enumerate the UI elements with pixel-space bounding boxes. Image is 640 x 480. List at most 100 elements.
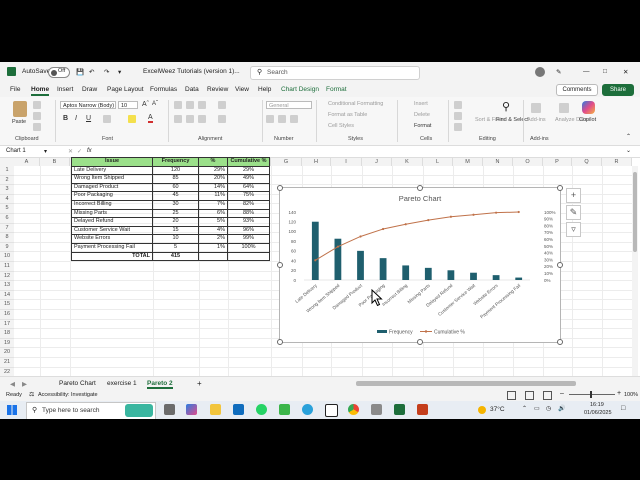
resize-handle-w[interactable] xyxy=(277,262,283,268)
table-cell[interactable]: 5 xyxy=(152,242,199,253)
telegram-icon[interactable] xyxy=(302,404,313,415)
table-cell[interactable]: Late Delivery xyxy=(71,165,153,176)
pen-icon[interactable]: ✎ xyxy=(556,68,561,76)
tray-chevron-icon[interactable]: ⌃ xyxy=(522,405,527,412)
cumulative-line[interactable] xyxy=(315,211,519,261)
tab-chart-design[interactable]: Chart Design xyxy=(281,86,319,93)
accessibility-status[interactable]: Accessibility: Investigate xyxy=(38,392,98,398)
confirm-entry-icon[interactable]: ✓ xyxy=(77,148,82,155)
table-cell[interactable] xyxy=(198,251,228,262)
next-sheet-icon[interactable]: ▶ xyxy=(22,380,27,388)
file-explorer-icon[interactable] xyxy=(210,404,221,415)
table-cell[interactable]: 7% xyxy=(198,199,228,210)
collapse-ribbon-icon[interactable]: ⌃ xyxy=(626,133,631,140)
column-header[interactable]: Q xyxy=(572,158,602,166)
tab-review[interactable]: Review xyxy=(207,86,228,93)
table-cell[interactable]: 120 xyxy=(152,165,199,176)
total-label[interactable]: TOTAL xyxy=(71,251,153,262)
row-header[interactable]: 4 xyxy=(0,194,14,205)
table-cell[interactable]: 49% xyxy=(227,174,270,184)
table-cell[interactable]: 88% xyxy=(227,208,270,219)
chart-elements-button[interactable]: + xyxy=(566,188,581,203)
currency-icon[interactable] xyxy=(266,115,274,123)
column-header[interactable]: A xyxy=(14,158,40,166)
underline-icon[interactable]: U xyxy=(86,115,91,122)
comma-icon[interactable] xyxy=(290,115,298,123)
bar-10[interactable] xyxy=(515,277,523,280)
row-header[interactable]: 13 xyxy=(0,281,14,291)
paste-label[interactable]: Paste xyxy=(12,119,26,125)
tab-data[interactable]: Data xyxy=(185,86,199,93)
row-header[interactable]: 7 xyxy=(0,223,14,234)
zoom-slider-thumb[interactable] xyxy=(590,391,592,398)
row-header[interactable]: 21 xyxy=(0,358,14,368)
table-cell[interactable]: 6% xyxy=(198,208,228,219)
table-cell[interactable]: Wrong Item Shipped xyxy=(71,174,153,184)
bar-1[interactable] xyxy=(311,221,319,280)
column-header[interactable]: P xyxy=(543,158,572,166)
row-header[interactable]: 17 xyxy=(0,319,14,330)
align-middle-icon[interactable] xyxy=(186,101,194,109)
bar-6[interactable] xyxy=(424,267,432,280)
zoom-level[interactable]: 100% xyxy=(624,392,638,398)
autosum-icon[interactable] xyxy=(454,101,462,109)
taskbar-date[interactable]: 01/06/2025 xyxy=(584,410,612,416)
name-box-dropdown-icon[interactable]: ▾ xyxy=(44,148,47,155)
add-sheet-icon[interactable]: + xyxy=(197,379,202,388)
tab-help[interactable]: Help xyxy=(258,86,271,93)
outlook-icon[interactable] xyxy=(233,404,244,415)
vertical-scroll-thumb[interactable] xyxy=(633,172,637,252)
normal-view-icon[interactable] xyxy=(507,391,516,400)
cumulative-point-3[interactable] xyxy=(359,235,362,238)
cumulative-point-8[interactable] xyxy=(472,213,475,216)
share-button[interactable]: Share xyxy=(602,84,634,96)
table-cell[interactable]: 10 xyxy=(152,234,199,244)
column-header[interactable]: M xyxy=(453,158,483,166)
chrome-icon[interactable] xyxy=(348,404,359,415)
accessibility-icon[interactable]: ⚖ xyxy=(29,391,34,398)
select-all-corner[interactable] xyxy=(0,158,14,166)
table-cell[interactable]: Poor Packaging xyxy=(71,191,153,201)
bar-9[interactable] xyxy=(492,275,500,280)
resize-handle-nw[interactable] xyxy=(277,185,283,191)
format-as-table-button[interactable]: Format as Table xyxy=(328,112,367,118)
bar-7[interactable] xyxy=(447,270,455,280)
vertical-scrollbar[interactable] xyxy=(632,166,638,376)
table-cell[interactable]: 99% xyxy=(227,234,270,244)
align-left-icon[interactable] xyxy=(174,115,182,123)
cell-styles-button[interactable]: Cell Styles xyxy=(328,123,354,129)
cumulative-point-7[interactable] xyxy=(449,215,452,218)
row-header[interactable]: 6 xyxy=(0,214,14,224)
table-cell[interactable] xyxy=(227,251,270,262)
taskbar-time[interactable]: 16:19 xyxy=(590,402,604,408)
row-header[interactable]: 15 xyxy=(0,300,14,310)
table-cell[interactable]: 4% xyxy=(198,225,228,236)
increase-font-icon[interactable]: Aˆ xyxy=(142,101,149,108)
table-cell[interactable]: Delayed Refund xyxy=(71,217,153,227)
cancel-entry-icon[interactable]: ✕ xyxy=(68,148,73,155)
align-center-icon[interactable] xyxy=(186,115,194,123)
table-cell[interactable]: 30 xyxy=(152,199,199,210)
copilot-icon[interactable] xyxy=(582,101,595,114)
comments-button[interactable]: Comments xyxy=(556,84,598,96)
minimize-icon[interactable]: — xyxy=(583,68,590,75)
column-header[interactable]: R xyxy=(602,158,632,166)
page-break-view-icon[interactable] xyxy=(543,391,552,400)
row-header[interactable]: 9 xyxy=(0,242,14,253)
close-icon[interactable]: ✕ xyxy=(623,68,628,76)
header-frequency[interactable]: Frequency xyxy=(152,157,199,167)
table-cell[interactable]: Website Errors xyxy=(71,234,153,244)
resize-handle-se[interactable] xyxy=(557,339,563,345)
table-cell[interactable]: Incorrect Billing xyxy=(71,199,153,210)
bar-5[interactable] xyxy=(402,265,410,280)
analyze-data-icon[interactable] xyxy=(559,103,569,113)
row-header[interactable]: 12 xyxy=(0,271,14,282)
page-layout-view-icon[interactable] xyxy=(525,391,534,400)
table-cell[interactable]: 60 xyxy=(152,182,199,193)
cut-icon[interactable] xyxy=(33,101,41,109)
table-cell[interactable]: Damaged Product xyxy=(71,182,153,193)
prev-sheet-icon[interactable]: ◀ xyxy=(10,380,15,388)
column-header[interactable]: B xyxy=(40,158,70,166)
notifications-icon[interactable]: □ xyxy=(621,405,625,412)
fill-icon[interactable] xyxy=(454,112,462,120)
